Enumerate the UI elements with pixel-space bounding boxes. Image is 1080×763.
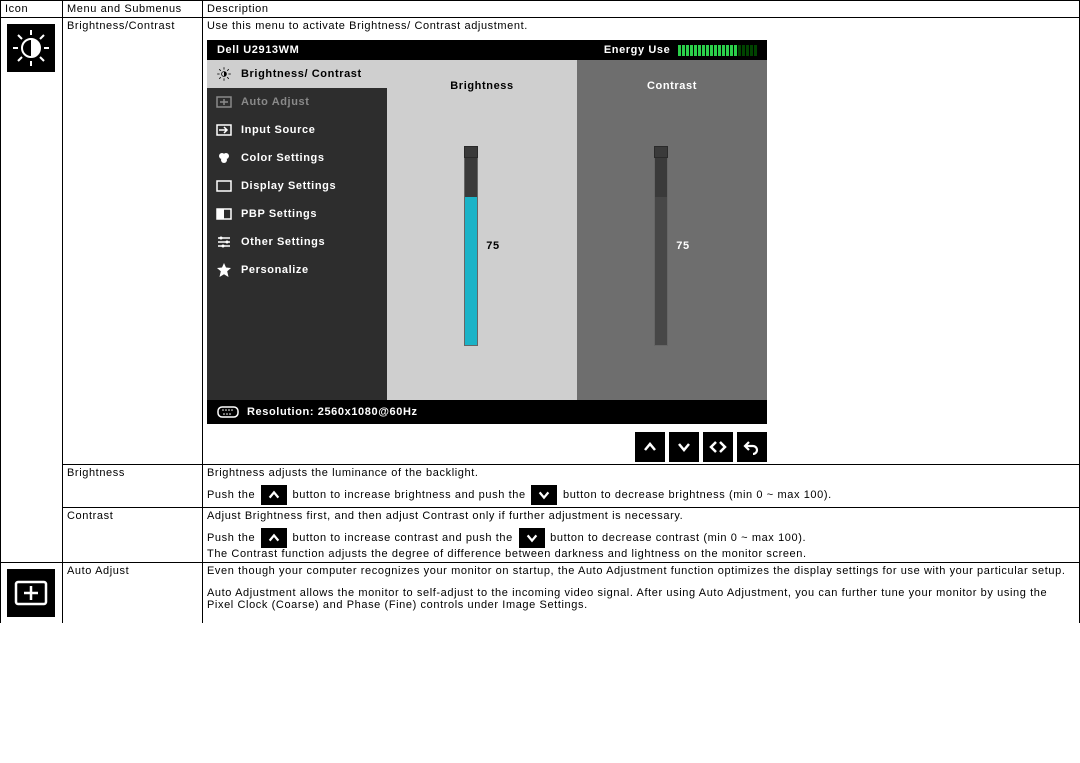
osd-menu-label: Brightness/ Contrast — [241, 68, 362, 80]
cell-menu-contrast: Contrast — [63, 508, 203, 563]
header-menu: Menu and Submenus — [63, 1, 203, 18]
star-icon — [215, 262, 233, 278]
brightness-contrast-icon — [7, 24, 55, 72]
contrast-line3: The Contrast function adjusts the degree… — [207, 548, 1075, 560]
nav-back-button[interactable] — [737, 432, 767, 462]
header-icon: Icon — [1, 1, 63, 18]
vga-icon — [217, 406, 239, 418]
osd-menu-item-brightness-contrast[interactable]: Brightness/ Contrast — [207, 60, 387, 88]
osd-nav-buttons — [207, 432, 767, 462]
auto-adjust-icon — [215, 94, 233, 110]
cell-desc-brightness-contrast: Use this menu to activate Brightness/ Co… — [203, 18, 1080, 465]
cell-desc-brightness: Brightness adjusts the luminance of the … — [203, 465, 1080, 508]
contrast-push-line: Push the button to increase contrast and… — [207, 528, 1075, 548]
osd-menu-label: Display Settings — [241, 180, 336, 192]
osd-contrast-panel: Contrast 75 — [577, 60, 767, 400]
down-arrow-icon — [519, 528, 545, 548]
cell-desc-auto-adjust: Even though your computer recognizes you… — [203, 563, 1080, 624]
osd-menu: Brightness/ Contrast Auto Adjust — [207, 60, 387, 400]
osd-menu-label: Other Settings — [241, 236, 325, 248]
sun-icon — [215, 66, 233, 82]
contrast-value: 75 — [676, 240, 689, 252]
input-source-icon — [215, 122, 233, 138]
contrast-slider[interactable] — [654, 146, 668, 346]
osd-menu-label: Input Source — [241, 124, 315, 136]
color-settings-icon — [215, 150, 233, 166]
energy-bar-icon — [678, 45, 757, 56]
bc-intro-text: Use this menu to activate Brightness/ Co… — [207, 20, 1075, 32]
osd-menu-item-other-settings[interactable]: Other Settings — [207, 228, 387, 256]
cell-icon-auto-adjust — [1, 563, 63, 624]
osd-menu-item-pbp-settings[interactable]: PBP Settings — [207, 200, 387, 228]
contrast-line1: Adjust Brightness first, and then adjust… — [207, 510, 1075, 522]
osd-footer: Resolution: 2560x1080@60Hz — [207, 400, 767, 424]
up-arrow-icon — [261, 528, 287, 548]
osd-menu-label: Auto Adjust — [241, 96, 310, 108]
brightness-value: 75 — [486, 240, 499, 252]
cell-menu-brightness-contrast: Brightness/Contrast — [63, 18, 203, 465]
auto-adjust-icon — [7, 569, 55, 617]
cell-icon-brightness-contrast — [1, 18, 63, 563]
brightness-slider[interactable] — [464, 146, 478, 346]
down-arrow-icon — [531, 485, 557, 505]
osd-brightness-panel: Brightness 75 — [387, 60, 577, 400]
nav-left-right-button[interactable] — [703, 432, 733, 462]
cell-menu-auto-adjust: Auto Adjust — [63, 563, 203, 624]
osd-energy-label: Energy Use — [604, 44, 671, 56]
osd-menu-item-color-settings[interactable]: Color Settings — [207, 144, 387, 172]
osd-brightness-title: Brightness — [450, 80, 513, 92]
osd-menu-item-auto-adjust[interactable]: Auto Adjust — [207, 88, 387, 116]
osd-header: Dell U2913WM Energy Use — [207, 40, 767, 60]
nav-down-button[interactable] — [669, 432, 699, 462]
auto-adjust-p2: Auto Adjustment allows the monitor to se… — [207, 587, 1075, 611]
osd-screenshot: Dell U2913WM Energy Use — [207, 40, 767, 424]
auto-adjust-p1: Even though your computer recognizes you… — [207, 565, 1075, 577]
osd-model-label: Dell U2913WM — [217, 44, 299, 56]
osd-energy: Energy Use — [604, 44, 757, 56]
osd-resolution: Resolution: 2560x1080@60Hz — [247, 406, 418, 418]
cell-desc-contrast: Adjust Brightness first, and then adjust… — [203, 508, 1080, 563]
osd-body: Brightness/ Contrast Auto Adjust — [207, 60, 767, 400]
brightness-push-line: Push the button to increase brightness a… — [207, 485, 1075, 505]
nav-up-button[interactable] — [635, 432, 665, 462]
osd-menu-label: PBP Settings — [241, 208, 317, 220]
osd-menu-label: Color Settings — [241, 152, 325, 164]
osd-contrast-title: Contrast — [647, 80, 697, 92]
other-settings-icon — [215, 234, 233, 250]
osd-menu-item-input-source[interactable]: Input Source — [207, 116, 387, 144]
osd-documentation-table: Icon Menu and Submenus Description — [0, 0, 1080, 623]
header-desc: Description — [203, 1, 1080, 18]
pbp-icon — [215, 206, 233, 222]
cell-menu-brightness: Brightness — [63, 465, 203, 508]
osd-menu-label: Personalize — [241, 264, 309, 276]
up-arrow-icon — [261, 485, 287, 505]
display-settings-icon — [215, 178, 233, 194]
osd-menu-item-display-settings[interactable]: Display Settings — [207, 172, 387, 200]
osd-menu-item-personalize[interactable]: Personalize — [207, 256, 387, 284]
brightness-line1: Brightness adjusts the luminance of the … — [207, 467, 1075, 479]
